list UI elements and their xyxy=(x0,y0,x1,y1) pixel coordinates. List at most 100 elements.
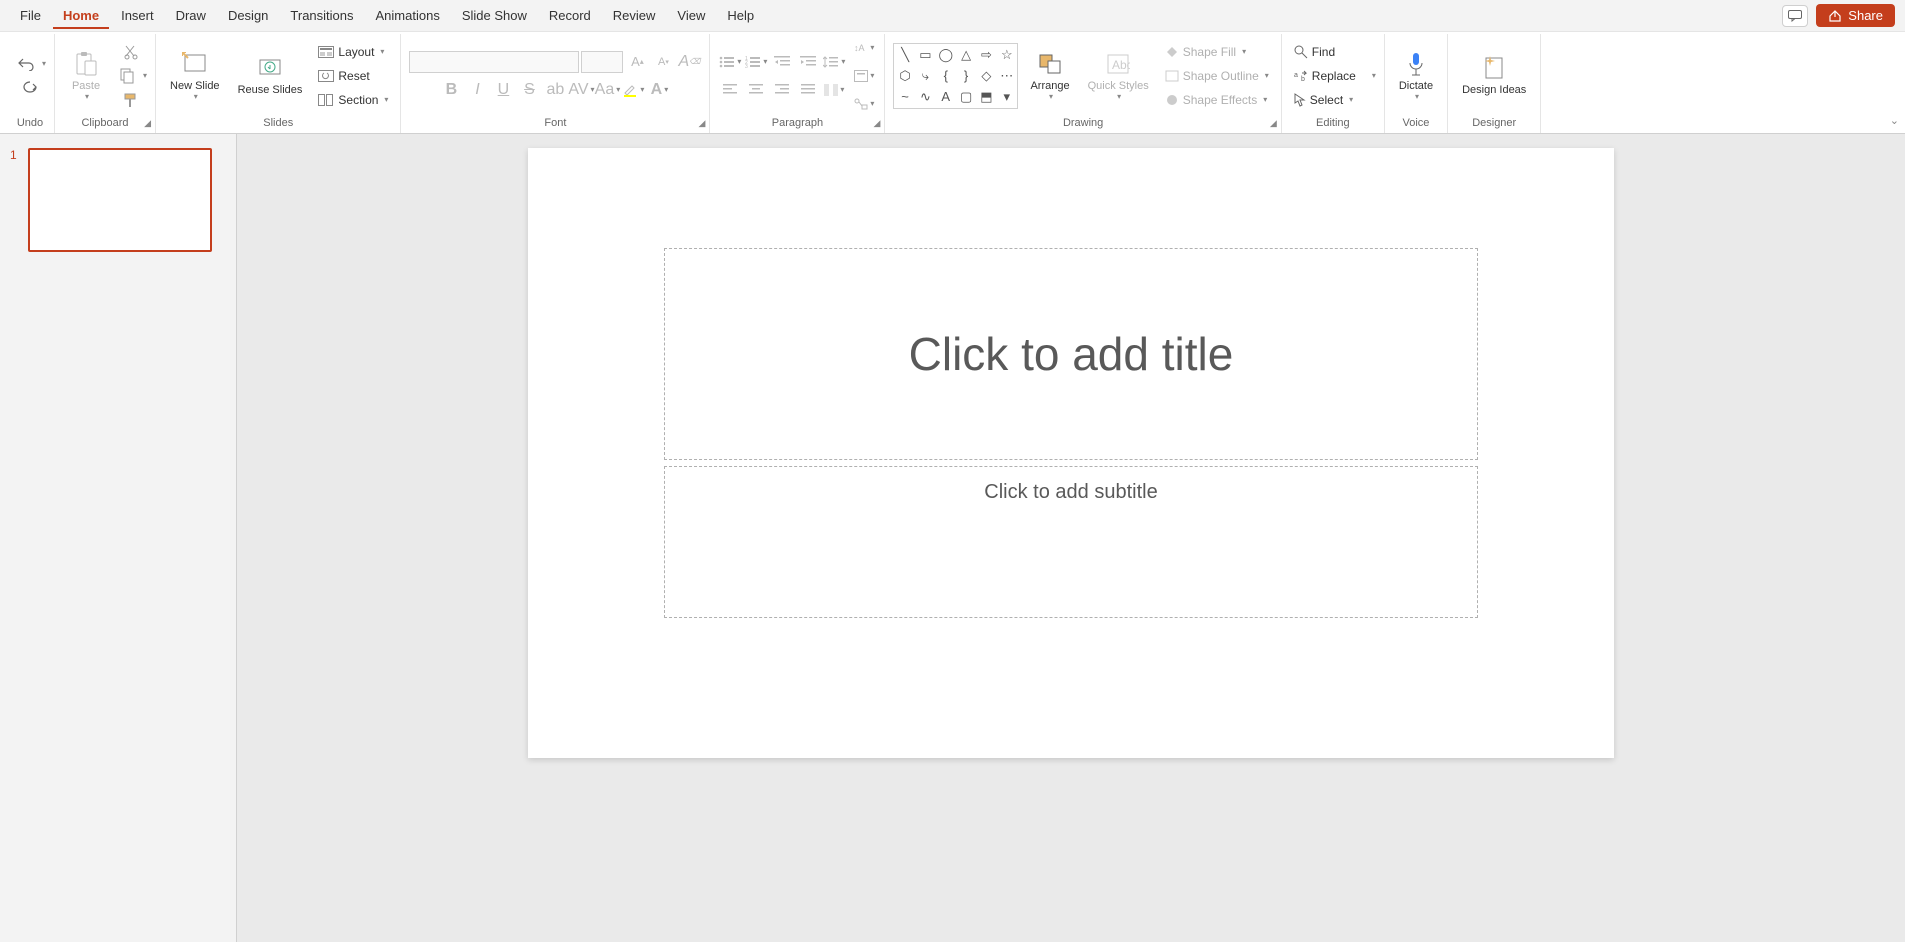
quick-styles-button[interactable]: Abc Quick Styles▾ xyxy=(1082,46,1155,105)
line-spacing-button[interactable]: ▾ xyxy=(822,51,846,73)
char-spacing-button[interactable]: AV▾ xyxy=(569,79,593,101)
section-button[interactable]: Section▾ xyxy=(314,91,392,109)
smartart-icon xyxy=(854,98,868,110)
arrange-label: Arrange xyxy=(1030,80,1069,92)
cut-button[interactable] xyxy=(119,41,143,63)
design-ideas-button[interactable]: Design Ideas xyxy=(1456,50,1532,100)
smartart-button[interactable]: ▾ xyxy=(852,93,876,115)
svg-text:3: 3 xyxy=(745,64,748,68)
menu-slideshow[interactable]: Slide Show xyxy=(452,2,537,29)
svg-text:↕A: ↕A xyxy=(854,43,865,53)
bullets-button[interactable]: ▾ xyxy=(718,51,742,73)
new-slide-label: New Slide xyxy=(170,80,220,92)
italic-button[interactable]: I xyxy=(465,79,489,101)
redo-button[interactable] xyxy=(18,77,42,99)
dictate-button[interactable]: Dictate▾ xyxy=(1393,46,1439,105)
replace-button[interactable]: abReplace xyxy=(1290,67,1360,85)
font-name-input[interactable] xyxy=(409,51,579,73)
line-spacing-icon xyxy=(823,56,839,68)
copy-dropdown[interactable]: ▾ xyxy=(143,71,147,80)
replace-dropdown[interactable]: ▾ xyxy=(1372,71,1376,80)
font-color-button[interactable]: A▾ xyxy=(647,79,671,101)
shadow-button[interactable]: ab xyxy=(543,79,567,101)
shapes-gallery[interactable]: ╲ ▭ ◯ △ ⇨ ☆ ⬡ ⤷ { } ◇ ⋯ ~ ∿ A ▢ ⬒ ▾ xyxy=(893,43,1018,109)
comments-button[interactable] xyxy=(1782,5,1808,27)
text-direction-button[interactable]: ↕A▾ xyxy=(852,37,876,59)
numbering-button[interactable]: 123▾ xyxy=(744,51,768,73)
reuse-slides-label: Reuse Slides xyxy=(238,84,303,96)
decrease-font-button[interactable]: A▾ xyxy=(651,51,675,73)
select-icon xyxy=(1294,93,1306,107)
menu-animations[interactable]: Animations xyxy=(366,2,450,29)
font-size-input[interactable] xyxy=(581,51,623,73)
undo-dropdown[interactable]: ▾ xyxy=(42,59,46,68)
paragraph-launcher[interactable]: ◢ xyxy=(874,118,881,129)
menu-insert[interactable]: Insert xyxy=(111,2,164,29)
justify-button[interactable] xyxy=(796,79,820,101)
slide-editor-area[interactable]: Click to add title Click to add subtitle xyxy=(237,134,1905,942)
menu-draw[interactable]: Draw xyxy=(166,2,216,29)
increase-font-button[interactable]: A▴ xyxy=(625,51,649,73)
strike-button[interactable]: S xyxy=(517,79,541,101)
align-right-button[interactable] xyxy=(770,79,794,101)
menu-help[interactable]: Help xyxy=(717,2,764,29)
shape-expand-icon[interactable]: ▾ xyxy=(997,87,1016,107)
reset-button[interactable]: Reset xyxy=(314,67,373,85)
subtitle-placeholder[interactable]: Click to add subtitle xyxy=(664,466,1478,618)
clipboard-launcher[interactable]: ◢ xyxy=(144,118,151,129)
slide-thumbnail-1[interactable]: 1 xyxy=(10,148,226,252)
svg-text:b: b xyxy=(1301,76,1305,82)
menu-view[interactable]: View xyxy=(667,2,715,29)
collapse-ribbon-button[interactable]: ⌄ xyxy=(1890,114,1899,127)
align-left-button[interactable] xyxy=(718,79,742,101)
menu-transitions[interactable]: Transitions xyxy=(280,2,363,29)
change-case-button[interactable]: Aa▾ xyxy=(595,79,619,101)
menu-design[interactable]: Design xyxy=(218,2,278,29)
decrease-indent-button[interactable] xyxy=(770,51,794,73)
shape-roundrect-icon: ▢ xyxy=(956,87,975,107)
group-font: A▴ A▾ A⌫ B I U S ab AV▾ Aa▾ ▾ A▾ Font◢ xyxy=(401,34,710,133)
font-launcher[interactable]: ◢ xyxy=(699,118,706,129)
menu-record[interactable]: Record xyxy=(539,2,601,29)
comment-icon xyxy=(1788,10,1802,22)
highlight-button[interactable]: ▾ xyxy=(621,79,645,101)
bold-button[interactable]: B xyxy=(439,79,463,101)
align-text-button[interactable]: ▾ xyxy=(852,65,876,87)
select-button[interactable]: Select▾ xyxy=(1290,91,1357,109)
shape-outline-button[interactable]: Shape Outline▾ xyxy=(1161,67,1273,85)
group-editing-label: Editing xyxy=(1290,115,1376,133)
clear-formatting-button[interactable]: A⌫ xyxy=(677,51,701,73)
paste-button[interactable]: Paste ▾ xyxy=(63,46,109,105)
menu-review[interactable]: Review xyxy=(603,2,666,29)
slide-thumbnail-preview[interactable] xyxy=(28,148,212,252)
slide-canvas[interactable]: Click to add title Click to add subtitle xyxy=(528,148,1614,758)
paste-label: Paste xyxy=(72,80,100,92)
align-center-button[interactable] xyxy=(744,79,768,101)
columns-button[interactable]: ▾ xyxy=(822,79,846,101)
undo-button[interactable] xyxy=(14,53,38,75)
layout-button[interactable]: Layout▾ xyxy=(314,43,388,61)
new-slide-button[interactable]: New Slide▾ xyxy=(164,46,226,105)
arrange-button[interactable]: Arrange▾ xyxy=(1024,46,1075,105)
slide-thumbnail-panel[interactable]: 1 xyxy=(0,134,237,942)
reuse-slides-button[interactable]: Reuse Slides xyxy=(232,50,309,100)
underline-button[interactable]: U xyxy=(491,79,515,101)
ribbon: ▾ Undo Paste ▾ ▾ Clipboard◢ xyxy=(0,32,1905,134)
drawing-launcher[interactable]: ◢ xyxy=(1270,118,1277,129)
format-painter-button[interactable] xyxy=(119,89,143,111)
increase-indent-button[interactable] xyxy=(796,51,820,73)
share-icon xyxy=(1828,10,1842,22)
shape-effects-button[interactable]: Shape Effects▾ xyxy=(1161,91,1272,109)
menu-home[interactable]: Home xyxy=(53,2,109,29)
shape-curve-icon: ~ xyxy=(895,87,914,107)
share-button[interactable]: Share xyxy=(1816,4,1895,27)
find-button[interactable]: Find xyxy=(1290,43,1339,61)
shape-fill-icon xyxy=(1165,46,1179,58)
share-label: Share xyxy=(1848,8,1883,23)
shape-fill-button[interactable]: Shape Fill▾ xyxy=(1161,43,1250,61)
shape-triangle-icon: △ xyxy=(956,45,975,65)
title-placeholder[interactable]: Click to add title xyxy=(664,248,1478,460)
copy-button[interactable] xyxy=(115,65,139,87)
group-font-label: Font◢ xyxy=(409,115,701,133)
menu-file[interactable]: File xyxy=(10,2,51,29)
